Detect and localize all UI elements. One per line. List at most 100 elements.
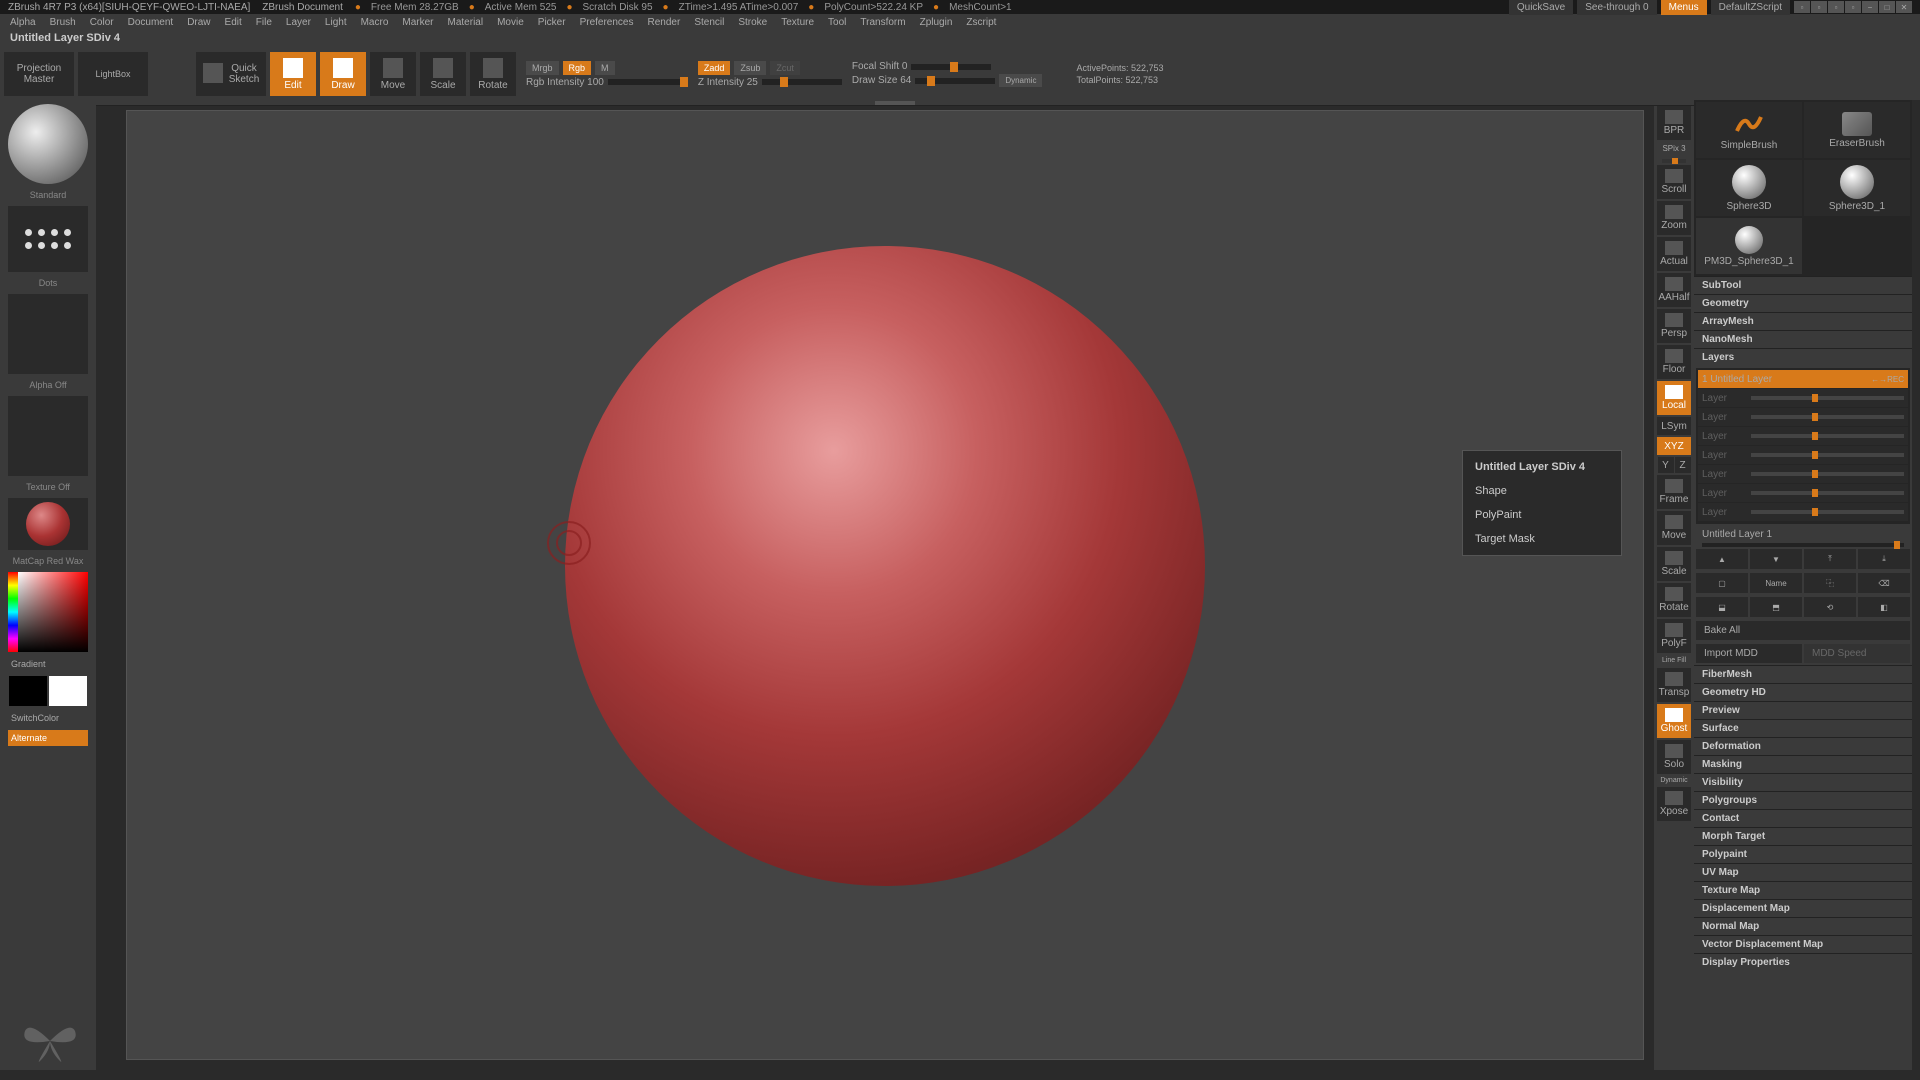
nav-rotate-button[interactable]: Rotate — [1657, 583, 1691, 617]
zoom-button[interactable]: Zoom — [1657, 201, 1691, 235]
lightbox-button[interactable]: LightBox — [78, 52, 148, 96]
scale-button[interactable]: Scale — [420, 52, 466, 96]
persp-button[interactable]: Persp — [1657, 309, 1691, 343]
section-subtool[interactable]: SubTool — [1694, 276, 1912, 294]
layer-dup-button[interactable]: ⿻ — [1804, 573, 1856, 593]
layer-bottom-button[interactable]: ⤓ — [1858, 549, 1910, 569]
y-button[interactable]: Y — [1658, 457, 1674, 473]
section-displayprops[interactable]: Display Properties — [1694, 953, 1912, 971]
xyz-button[interactable]: XYZ — [1657, 437, 1691, 455]
section-uvmap[interactable]: UV Map — [1694, 863, 1912, 881]
tool-eraserbrush[interactable]: EraserBrush — [1804, 102, 1910, 158]
layer-name-button[interactable]: Name — [1750, 573, 1802, 593]
draw-size-slider[interactable] — [915, 78, 995, 84]
menu-render[interactable]: Render — [642, 16, 687, 29]
menu-macro[interactable]: Macro — [355, 16, 395, 29]
tool-pm3d-sphere[interactable]: PM3D_Sphere3D_1 — [1696, 218, 1802, 274]
menu-stencil[interactable]: Stencil — [688, 16, 730, 29]
floor-button[interactable]: Floor — [1657, 345, 1691, 379]
tool-sphere3d[interactable]: Sphere3D — [1696, 160, 1802, 216]
menu-document[interactable]: Document — [122, 16, 180, 29]
frame-button[interactable]: Frame — [1657, 475, 1691, 509]
menus-button[interactable]: Menus — [1661, 0, 1707, 15]
z-button[interactable]: Z — [1675, 457, 1691, 473]
menu-draw[interactable]: Draw — [181, 16, 216, 29]
layer-item[interactable]: Layer — [1698, 446, 1908, 464]
focal-shift-slider[interactable] — [911, 64, 991, 70]
section-vectordispmap[interactable]: Vector Displacement Map — [1694, 935, 1912, 953]
section-fibermesh[interactable]: FiberMesh — [1694, 665, 1912, 683]
layer-mask-button[interactable]: ◧ — [1858, 597, 1910, 617]
menu-alpha[interactable]: Alpha — [4, 16, 42, 29]
menu-brush[interactable]: Brush — [44, 16, 82, 29]
section-contact[interactable]: Contact — [1694, 809, 1912, 827]
menu-color[interactable]: Color — [84, 16, 120, 29]
switchcolor-button[interactable]: SwitchColor — [8, 710, 88, 726]
m-button[interactable]: M — [595, 61, 615, 75]
edit-button[interactable]: Edit — [270, 52, 316, 96]
quicksketch-button[interactable]: Quick Sketch — [196, 52, 266, 96]
layer-new-button[interactable]: ▢ — [1696, 573, 1748, 593]
layer-top-button[interactable]: ⤒ — [1804, 549, 1856, 569]
zadd-button[interactable]: Zadd — [698, 61, 731, 75]
menu-stroke[interactable]: Stroke — [732, 16, 773, 29]
sphere-mesh[interactable] — [565, 246, 1205, 886]
close-icon[interactable]: ✕ — [1896, 1, 1912, 13]
layer-down-button[interactable]: ▼ — [1750, 549, 1802, 569]
win-icon-4[interactable]: ▫ — [1845, 1, 1861, 13]
menu-material[interactable]: Material — [442, 16, 490, 29]
lsym-button[interactable]: LSym — [1657, 417, 1691, 435]
texture-preview[interactable] — [8, 396, 88, 476]
right-scrollbar[interactable] — [1912, 100, 1920, 1070]
rgb-intensity-slider[interactable] — [608, 79, 688, 85]
menu-layer[interactable]: Layer — [280, 16, 317, 29]
menu-picker[interactable]: Picker — [532, 16, 572, 29]
menu-tool[interactable]: Tool — [822, 16, 852, 29]
win-icon-1[interactable]: ▫ — [1794, 1, 1810, 13]
menu-zplugin[interactable]: Zplugin — [914, 16, 959, 29]
tool-sphere3d-1[interactable]: Sphere3D_1 — [1804, 160, 1910, 216]
layer-item[interactable]: Layer — [1698, 389, 1908, 407]
layer-item[interactable]: Layer — [1698, 408, 1908, 426]
actual-button[interactable]: Actual — [1657, 237, 1691, 271]
menu-movie[interactable]: Movie — [491, 16, 530, 29]
menu-file[interactable]: File — [250, 16, 278, 29]
section-masking[interactable]: Masking — [1694, 755, 1912, 773]
menu-edit[interactable]: Edit — [219, 16, 248, 29]
section-surface[interactable]: Surface — [1694, 719, 1912, 737]
popup-shape[interactable]: Shape — [1467, 479, 1617, 503]
win-icon-3[interactable]: ▫ — [1828, 1, 1844, 13]
local-button[interactable]: Local — [1657, 381, 1691, 415]
draw-button[interactable]: Draw — [320, 52, 366, 96]
zsub-button[interactable]: Zsub — [734, 61, 766, 75]
import-mdd-button[interactable]: Import MDD — [1696, 644, 1802, 663]
layer-item[interactable]: Layer — [1698, 503, 1908, 521]
secondary-color[interactable] — [9, 676, 47, 706]
gradient-button[interactable]: Gradient — [8, 656, 88, 672]
popup-targetmask[interactable]: Target Mask — [1467, 527, 1617, 551]
dynamic-nav[interactable]: Dynamic — [1659, 776, 1688, 785]
layer-del-button[interactable]: ⌫ — [1858, 573, 1910, 593]
xpose-button[interactable]: Xpose — [1657, 787, 1691, 821]
minimize-icon[interactable]: − — [1862, 1, 1878, 13]
layer-invert-button[interactable]: ⟲ — [1804, 597, 1856, 617]
color-picker[interactable] — [8, 572, 88, 652]
section-nanomesh[interactable]: NanoMesh — [1694, 330, 1912, 348]
stroke-preview[interactable] — [8, 206, 88, 272]
solo-button[interactable]: Solo — [1657, 740, 1691, 774]
popup-polypaint[interactable]: PolyPaint — [1467, 503, 1617, 527]
viewport[interactable] — [126, 110, 1644, 1060]
spix-slider[interactable]: SPix 3 — [1660, 142, 1687, 155]
layer-up-button[interactable]: ▲ — [1696, 549, 1748, 569]
tool-simplebrush[interactable]: SimpleBrush — [1696, 102, 1802, 158]
polyf-button[interactable]: PolyF — [1657, 619, 1691, 653]
nav-move-button[interactable]: Move — [1657, 511, 1691, 545]
z-intensity-slider[interactable] — [762, 79, 842, 85]
projection-master-button[interactable]: Projection Master — [4, 52, 74, 96]
section-morphtarget[interactable]: Morph Target — [1694, 827, 1912, 845]
win-icon-2[interactable]: ▫ — [1811, 1, 1827, 13]
transp-button[interactable]: Transp — [1657, 668, 1691, 702]
maximize-icon[interactable]: □ — [1879, 1, 1895, 13]
section-preview[interactable]: Preview — [1694, 701, 1912, 719]
aahalf-button[interactable]: AAHalf — [1657, 273, 1691, 307]
